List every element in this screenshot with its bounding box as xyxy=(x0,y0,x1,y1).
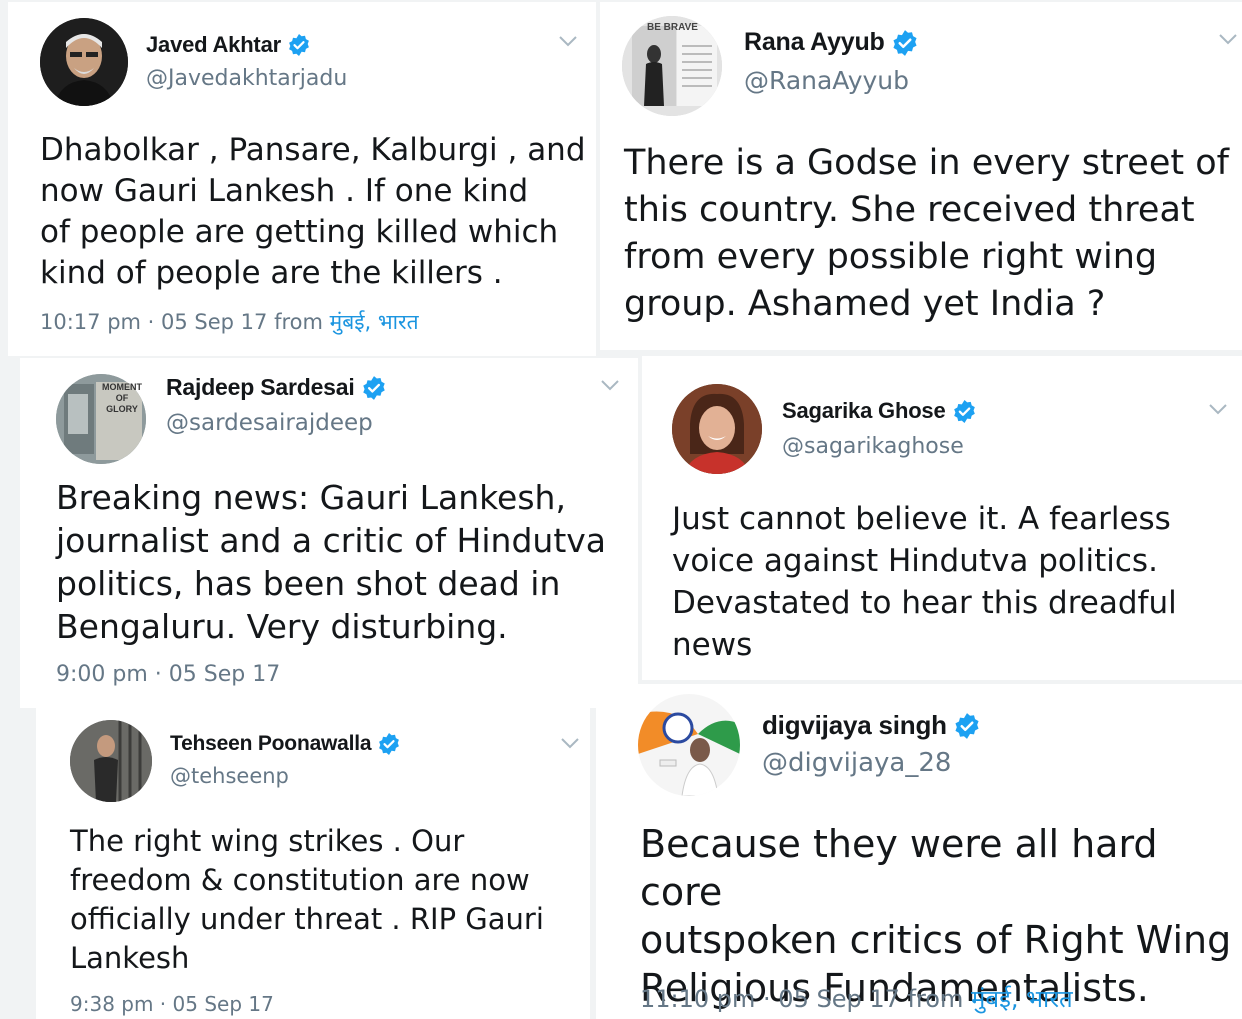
tweet-meta: 9:38 pm · 05 Sep 17 xyxy=(70,992,274,1016)
tweet-card-sagarika-ghose[interactable]: Sagarika Ghose @sagarikaghose Just canno… xyxy=(642,356,1242,680)
tweet-card-javed-akhtar[interactable]: Javed Akhtar @Javedakhtarjadu Dhabolkar … xyxy=(8,2,596,356)
avatar-caption: BE BRAVE xyxy=(647,22,698,33)
display-name[interactable]: digvijaya singh xyxy=(762,710,947,741)
from-label: from xyxy=(274,310,323,334)
display-name[interactable]: Tehseen Poonawalla xyxy=(170,732,372,756)
chevron-down-icon[interactable] xyxy=(560,736,580,754)
avatar-caption: MOMENT xyxy=(102,382,142,392)
tweet-meta: 10:17 pm · 05 Sep 17 from मुंबई, भारत xyxy=(40,308,419,336)
handle[interactable]: @sardesairajdeep xyxy=(166,410,373,436)
chevron-down-icon[interactable] xyxy=(1218,32,1238,50)
avatar[interactable] xyxy=(672,384,762,474)
chevron-down-icon[interactable] xyxy=(600,378,620,396)
timestamp[interactable]: 11:10 pm · 05 Sep 17 xyxy=(640,985,900,1013)
location-link[interactable]: मुंबई, भारत xyxy=(971,985,1073,1013)
verified-badge-icon xyxy=(377,732,401,756)
display-name[interactable]: Rajdeep Sardesai xyxy=(166,374,355,401)
timestamp[interactable]: 9:00 pm · 05 Sep 17 xyxy=(56,662,280,687)
from-label: from xyxy=(907,985,964,1013)
tweet-meta: 9:00 pm · 05 Sep 17 xyxy=(56,662,280,687)
handle[interactable]: @RanaAyyub xyxy=(744,66,909,95)
handle[interactable]: @sagarikaghose xyxy=(782,434,964,459)
person-photo-icon xyxy=(672,384,762,474)
tweet-text: Just cannot believe it. A fearless voice… xyxy=(672,501,1177,663)
avatar-caption: OF xyxy=(115,393,129,403)
person-photo-icon xyxy=(638,694,740,796)
tweet-card-digvijaya-singh[interactable]: digvijaya singh @digvijaya_28 Because th… xyxy=(596,684,1242,1019)
display-name[interactable]: Rana Ayyub xyxy=(744,28,885,57)
chevron-down-icon[interactable] xyxy=(558,34,578,52)
verified-badge-icon xyxy=(953,712,981,740)
display-name[interactable]: Javed Akhtar xyxy=(146,32,281,58)
timestamp[interactable]: 10:17 pm · 05 Sep 17 xyxy=(40,310,267,334)
person-photo-icon xyxy=(70,720,152,802)
tweet-text: Breaking news: Gauri Lankesh, journalist… xyxy=(56,478,607,646)
avatar[interactable] xyxy=(638,694,740,796)
tweet-text: There is a Godse in every street of this… xyxy=(624,143,1229,324)
location-link[interactable]: मुंबई, भारत xyxy=(330,310,419,334)
handle[interactable]: @tehseenp xyxy=(170,764,289,788)
chevron-down-icon[interactable] xyxy=(1208,402,1228,420)
tweet-meta: 11:10 pm · 05 Sep 17 from मुंबई, भारत xyxy=(640,982,1073,1015)
avatar[interactable] xyxy=(40,18,128,106)
tweet-text: Dhabolkar , Pansare, Kalburgi , and now … xyxy=(40,132,586,291)
verified-badge-icon xyxy=(952,399,977,424)
avatar[interactable] xyxy=(70,720,152,802)
person-photo-icon xyxy=(40,18,128,106)
avatar-caption: GLORY xyxy=(106,404,138,414)
display-name[interactable]: Sagarika Ghose xyxy=(782,398,946,424)
verified-badge-icon xyxy=(891,29,919,57)
verified-badge-icon xyxy=(287,33,311,57)
tweet-card-rana-ayyub[interactable]: BE BRAVE Rana Ayyub @RanaAyyub There is … xyxy=(600,2,1242,350)
tweet-text: The right wing strikes . Our freedom & c… xyxy=(70,824,544,975)
verified-badge-icon xyxy=(361,375,387,401)
handle[interactable]: @Javedakhtarjadu xyxy=(146,66,347,91)
tweet-card-tehseen-poonawalla[interactable]: Tehseen Poonawalla @tehseenp The right w… xyxy=(36,708,590,1019)
timestamp[interactable]: 9:38 pm · 05 Sep 17 xyxy=(70,992,274,1016)
handle[interactable]: @digvijaya_28 xyxy=(762,748,951,778)
tweet-card-rajdeep-sardesai[interactable]: MOMENT OF GLORY Rajdeep Sardesai @sardes… xyxy=(20,358,638,708)
